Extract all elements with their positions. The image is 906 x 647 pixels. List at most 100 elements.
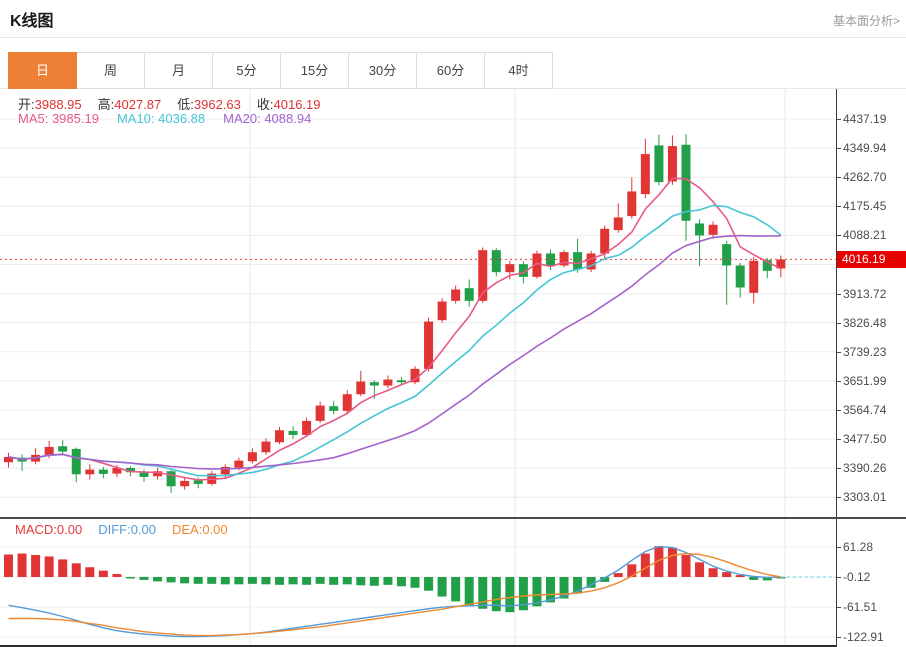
macd-bar [749,577,759,580]
macd-bar [383,577,393,585]
macd-bar [166,577,176,583]
macd-bar [85,567,95,577]
candle-body [302,420,312,435]
ma5-line [8,177,782,481]
candle-body [180,480,190,487]
macd-bar [369,577,379,586]
fundamental-analysis-link[interactable]: 基本面分析> [833,12,900,29]
main-y-tick-label: 3390.26 [837,460,886,476]
candle-body [275,430,284,443]
candle-body [654,145,664,183]
macd-legend-item: DEA:0.00 [172,522,228,537]
macd-bar [58,559,68,577]
candle-body [288,430,298,435]
macd-bar [451,577,461,602]
candle-body [396,380,406,383]
macd-bar [125,577,135,579]
candle-body [98,469,108,474]
page-title: K线图 [10,13,54,30]
candle-body [708,224,718,235]
tab-week[interactable]: 周 [76,52,145,89]
macd-bar [98,570,108,577]
tab-5min[interactable]: 5分 [212,52,281,89]
kline-widget: K线图 基本面分析> 日周月 5分 15分 30分 60分 4时 开:3988.95 高:4… [0,0,906,647]
macd-bar [288,577,298,585]
candle-body [58,446,68,452]
ohlc-value: 3988.95 [34,97,82,112]
candle-body [505,264,515,273]
ohlc-label: 高: [97,97,115,112]
macd-bar [44,556,54,577]
macd-bar [139,577,149,580]
macd-bar [329,577,339,585]
ohlc-label: 开: [18,97,35,112]
macd-bar [275,577,284,585]
candle-body [193,480,203,484]
candle-body [424,321,434,369]
tab-30min[interactable]: 30分 [348,52,417,89]
macd-bar [247,577,257,584]
ohlc-value: 4016.19 [273,97,321,112]
candle-body [640,154,650,195]
macd-bar [722,572,732,577]
macd-bar [695,562,705,577]
tab-month[interactable]: 月 [144,52,213,89]
macd-bar [464,577,474,606]
macd-bar [410,577,420,588]
macd-pane[interactable] [0,518,836,647]
macd-bar [505,577,515,613]
macd-bar [640,553,650,577]
main-y-tick-label: 4088.21 [837,227,886,243]
macd-bar [478,577,488,609]
widget-header: K线图 基本面分析> [0,0,906,38]
candle-body [261,441,271,453]
main-y-tick-label: 3826.48 [837,315,886,331]
macd-bar [708,568,718,577]
candle-body [342,394,352,411]
ohlc-value: 4027.87 [114,97,162,112]
macd-bar [180,577,190,584]
macd-legend: MACD:0.00 DIFF:0.00 DEA:0.00 [15,522,244,537]
tab-4hour[interactable]: 4时 [484,52,553,89]
main-y-tick-label: 4437.19 [837,111,886,127]
macd-bar [261,577,271,585]
candle-body [369,382,379,386]
macd-bar [627,564,637,577]
main-y-tick-label: 3651.99 [837,373,886,389]
macd-bar [234,577,244,585]
main-y-tick-label: 4262.70 [837,169,886,185]
current-price-badge: 4016.19 [837,250,906,268]
macd-legend-item: DIFF:0.00 [98,522,156,537]
candle-body [85,469,95,475]
macd-y-tick-label: -122.91 [837,629,884,645]
ohlc-label: 低: [177,97,194,112]
main-candlestick-pane[interactable] [0,89,836,518]
dea-line [8,552,782,637]
candle-body [722,244,732,266]
candle-body [356,381,366,395]
macd-bar [4,554,13,577]
candle-body [600,228,610,254]
main-y-tick-label: 4349.94 [837,140,886,156]
tab-day[interactable]: 日 [8,52,77,89]
macd-bar [193,577,203,584]
macd-bar [220,577,230,585]
candle-body [735,265,745,288]
macd-bar [667,547,677,577]
candle-body [383,379,393,386]
macd-bar [153,577,163,582]
candle-body [749,260,759,293]
tab-60min[interactable]: 60分 [416,52,485,89]
candle-body [627,191,637,217]
ma-legend-item: MA5: 3985.19 [18,111,99,126]
macd-bar [681,555,691,577]
tab-15min[interactable]: 15分 [280,52,349,89]
main-y-tick-label: 3303.01 [837,489,886,505]
candle-body [695,223,705,236]
ma10-line [8,204,782,477]
ma-legend-item: MA10: 4036.88 [116,111,206,126]
candle-body [166,471,176,487]
period-tabbar: 日周月 5分 15分 30分 60分 4时 [8,52,553,89]
candle-body [573,252,583,270]
main-y-tick-label: 3739.23 [837,344,886,360]
